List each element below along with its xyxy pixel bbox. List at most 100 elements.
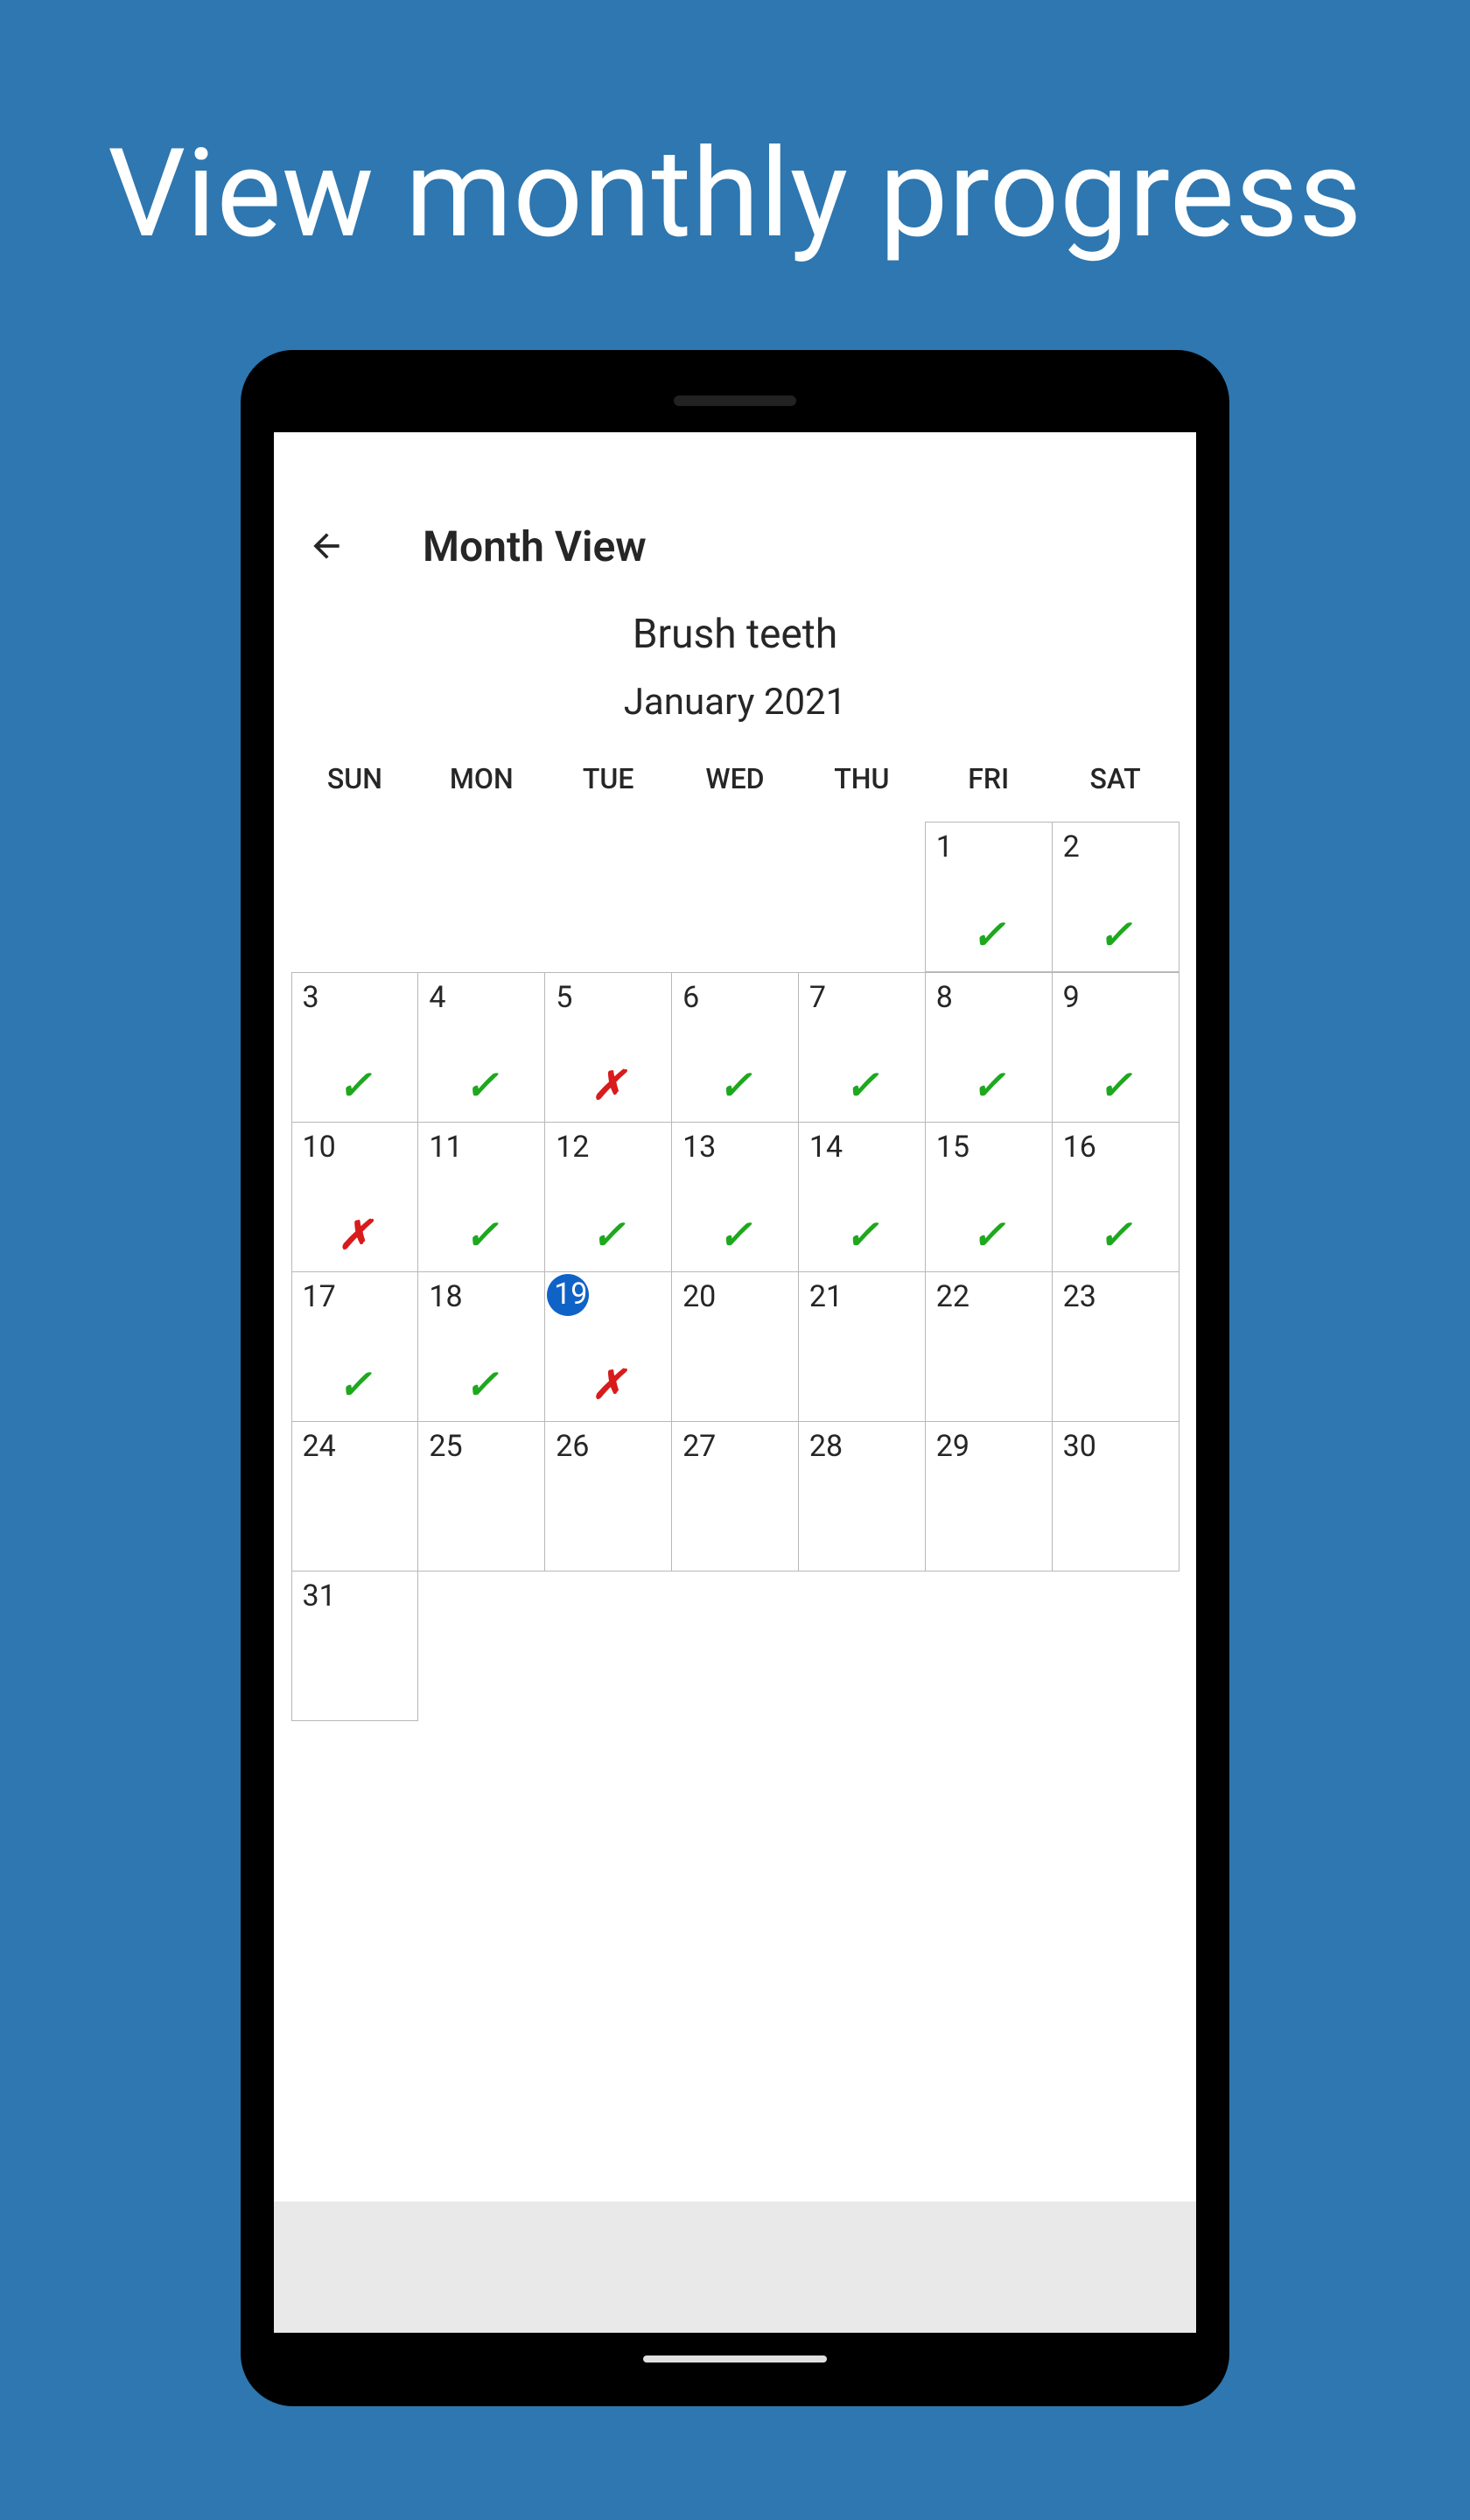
calendar-cell[interactable]: 19 ✗	[544, 1271, 672, 1422]
calendar-cell[interactable]: 3✓	[291, 972, 419, 1123]
day-number: 26	[556, 1429, 589, 1464]
calendar-cell[interactable]: 15✓	[925, 1122, 1053, 1272]
check-icon: ✓	[718, 1211, 752, 1259]
day-number: 30	[1063, 1429, 1096, 1464]
calendar-cell[interactable]: 7✓	[798, 972, 926, 1123]
calendar-cell[interactable]: 1✓	[925, 822, 1053, 972]
calendar-cell[interactable]: 2✓	[1052, 822, 1180, 972]
day-number: 22	[936, 1279, 970, 1314]
calendar-cell[interactable]: 29	[925, 1421, 1053, 1572]
check-icon: ✓	[845, 1061, 879, 1110]
calendar-cell	[672, 822, 799, 972]
arrow-left-icon	[307, 527, 346, 565]
calendar-cell[interactable]: 13 ✓	[671, 1122, 799, 1272]
check-icon: ✓	[971, 911, 1005, 959]
calendar-cell[interactable]: 11 ✓	[417, 1122, 545, 1272]
check-icon: ✓	[465, 1211, 499, 1259]
calendar-cell[interactable]: 30	[1052, 1421, 1180, 1572]
calendar-cell[interactable]: 21	[798, 1271, 926, 1422]
day-number: 14	[809, 1130, 843, 1165]
calendar-grid: 1✓2✓3✓4✓5✗6✓7✓8✓9✓10✗11✓12✓13✓14✓15✓16✓1…	[291, 822, 1179, 1721]
day-number: 5	[556, 980, 572, 1015]
day-number: 3	[303, 980, 319, 1015]
day-number: 9	[1063, 980, 1080, 1015]
app-screen: Month View Brush teeth January 2021 SUN …	[274, 432, 1196, 2333]
day-number: 16	[1063, 1130, 1096, 1165]
calendar-cell[interactable]: 22	[925, 1271, 1053, 1422]
check-icon: ✓	[845, 1211, 879, 1259]
calendar-cell[interactable]: 4✓	[417, 972, 545, 1123]
day-number: 8	[936, 980, 953, 1015]
day-number: 19	[554, 1277, 587, 1312]
calendar-cell	[925, 1571, 1052, 1721]
calendar-cell[interactable]: 18✓	[417, 1271, 545, 1422]
calendar-cell	[418, 1571, 545, 1721]
calendar-cell	[1052, 1571, 1179, 1721]
calendar-cell	[291, 822, 418, 972]
calendar-cell	[798, 822, 925, 972]
day-number: 24	[303, 1429, 336, 1464]
day-number: 17	[303, 1279, 336, 1314]
phone-frame: Month View Brush teeth January 2021 SUN …	[241, 350, 1229, 2406]
calendar-cell[interactable]: 24	[291, 1421, 419, 1572]
calendar-cell[interactable]: 16 ✓	[1052, 1122, 1180, 1272]
day-number: 12	[556, 1130, 589, 1165]
back-button[interactable]	[300, 520, 353, 572]
promo-headline: View monthly progress	[0, 122, 1470, 266]
day-number: 2	[1063, 830, 1080, 864]
calendar-cell[interactable]: 12 ✓	[544, 1122, 672, 1272]
day-number: 13	[682, 1130, 716, 1165]
calendar-cell[interactable]: 8✓	[925, 972, 1053, 1123]
calendar-cell[interactable]: 31	[291, 1571, 419, 1721]
day-number: 21	[809, 1279, 843, 1314]
calendar: SUN MON TUE WED THU FRI SAT 1✓2✓3✓4✓5✗6✓…	[274, 724, 1196, 1721]
habit-name: Brush teeth	[274, 611, 1196, 658]
weekday-sat: SAT	[1052, 746, 1179, 811]
weekday-tue: TUE	[545, 746, 672, 811]
calendar-cell	[672, 1571, 799, 1721]
day-number: 20	[682, 1279, 716, 1314]
weekday-header: SUN MON TUE WED THU FRI SAT	[291, 746, 1179, 811]
weekday-thu: THU	[798, 746, 925, 811]
app-bar: Month View	[274, 432, 1196, 598]
check-icon: ✓	[1098, 1061, 1132, 1110]
phone-inner: Month View Brush teeth January 2021 SUN …	[262, 371, 1208, 2385]
cross-icon: ✗	[592, 1061, 626, 1110]
cross-icon: ✗	[338, 1211, 372, 1259]
calendar-cell[interactable]: 17✓	[291, 1271, 419, 1422]
day-number: 10	[303, 1130, 336, 1165]
calendar-cell[interactable]: 23	[1052, 1271, 1180, 1422]
check-icon: ✓	[465, 1361, 499, 1409]
calendar-cell[interactable]: 27	[671, 1421, 799, 1572]
calendar-cell[interactable]: 25	[417, 1421, 545, 1572]
check-icon: ✓	[971, 1211, 1005, 1259]
check-icon: ✓	[1098, 1211, 1132, 1259]
calendar-cell[interactable]: 10 ✗	[291, 1122, 419, 1272]
calendar-cell[interactable]: 20	[671, 1271, 799, 1422]
check-icon: ✓	[1098, 911, 1132, 959]
weekday-mon: MON	[418, 746, 545, 811]
day-number: 29	[936, 1429, 970, 1464]
calendar-cell[interactable]: 6✓	[671, 972, 799, 1123]
calendar-cell[interactable]: 14 ✓	[798, 1122, 926, 1272]
calendar-cell	[545, 822, 672, 972]
day-number: 11	[429, 1130, 462, 1165]
day-number: 1	[936, 830, 953, 864]
weekday-fri: FRI	[925, 746, 1052, 811]
calendar-cell	[798, 1571, 925, 1721]
day-number: 28	[809, 1429, 843, 1464]
check-icon: ✓	[718, 1061, 752, 1110]
day-number: 4	[429, 980, 445, 1015]
calendar-cell[interactable]: 28	[798, 1421, 926, 1572]
month-label: January 2021	[274, 681, 1196, 724]
calendar-cell[interactable]: 5✗	[544, 972, 672, 1123]
calendar-cell[interactable]: 9✓	[1052, 972, 1180, 1123]
calendar-cell[interactable]: 26	[544, 1421, 672, 1572]
day-number: 31	[303, 1578, 336, 1614]
cross-icon: ✗	[592, 1361, 626, 1409]
day-number: 6	[682, 980, 699, 1015]
phone-speaker	[674, 396, 796, 406]
check-icon: ✓	[592, 1211, 626, 1259]
weekday-sun: SUN	[291, 746, 418, 811]
day-number: 23	[1063, 1279, 1096, 1314]
